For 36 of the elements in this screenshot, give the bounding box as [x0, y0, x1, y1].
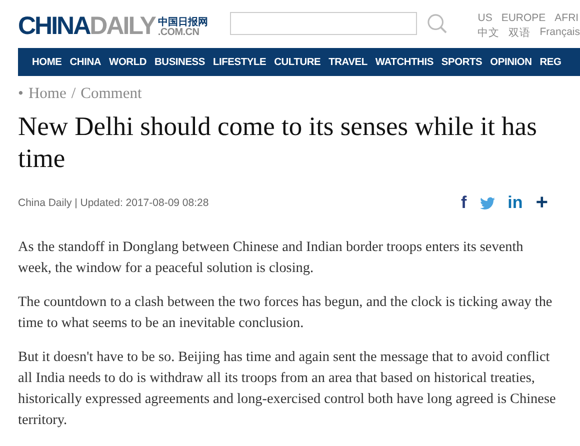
search-icon[interactable] — [426, 13, 448, 35]
edition-link[interactable]: US — [478, 12, 492, 24]
logo-text: DAILY — [90, 14, 155, 38]
nav-link[interactable]: CULTURE — [274, 56, 321, 68]
article-paragraph: The countdown to a clash between the two forces has begun, and the clock is ticking away the time to what seems to be an inevitable conclusion. — [18, 293, 554, 333]
linkedin-share-button[interactable]: in — [508, 193, 523, 213]
breadcrumb-link[interactable]: Comment — [80, 85, 142, 103]
logo-text: 中国日报网 — [158, 18, 208, 28]
edition-link[interactable]: AFRI — [554, 12, 579, 24]
article-title: New Delhi should come to its senses while it has time — [18, 110, 538, 174]
nav-link[interactable]: CHINA — [70, 56, 102, 68]
nav-link[interactable]: WATCHTHIS — [375, 56, 434, 68]
nav-link[interactable]: LIFESTYLE — [213, 56, 266, 68]
language-link[interactable]: 中文 — [478, 26, 500, 40]
facebook-share-button[interactable]: f — [460, 193, 467, 213]
article-paragraph: But it doesn't have to be so. Beijing has time and again sent the message that to avoid conflict all India needs to do is withdraw all its troops from an area that based on historical treaties, historically expressed agreements and long-exercised control both have long agreed is Chinese territory. — [18, 348, 557, 430]
logo-text: .COM.CN — [158, 28, 200, 38]
bullet-icon: • — [18, 85, 24, 103]
logo-text: CHINA — [18, 14, 90, 38]
nav-link[interactable]: TRAVEL — [328, 56, 368, 68]
twitter-bird-icon[interactable] — [480, 196, 495, 210]
breadcrumb-separator: / — [71, 85, 76, 103]
nav-link[interactable]: BUSINESS — [154, 56, 205, 68]
search-field[interactable] — [230, 12, 417, 35]
nav-link[interactable]: HOME — [32, 56, 62, 68]
nav-link[interactable]: SPORTS — [441, 56, 482, 68]
article-paragraph: As the standoff in Donglang between Chinese and Indian border troops enters its seventh week, the window for a peaceful solution is closing. — [18, 238, 524, 278]
breadcrumb-link[interactable]: Home — [28, 85, 66, 103]
language-link[interactable]: 双语 — [508, 26, 531, 40]
share-more-button[interactable]: + — [536, 191, 548, 215]
nav-link[interactable]: REG — [540, 56, 562, 68]
edition-link[interactable]: EUROPE — [501, 12, 546, 24]
nav-link[interactable]: WORLD — [109, 56, 147, 68]
byline: China Daily | Updated: 2017-08-09 08:28 — [18, 197, 209, 209]
nav-link[interactable]: OPINION — [490, 56, 532, 68]
language-link[interactable]: Français — [540, 26, 580, 40]
